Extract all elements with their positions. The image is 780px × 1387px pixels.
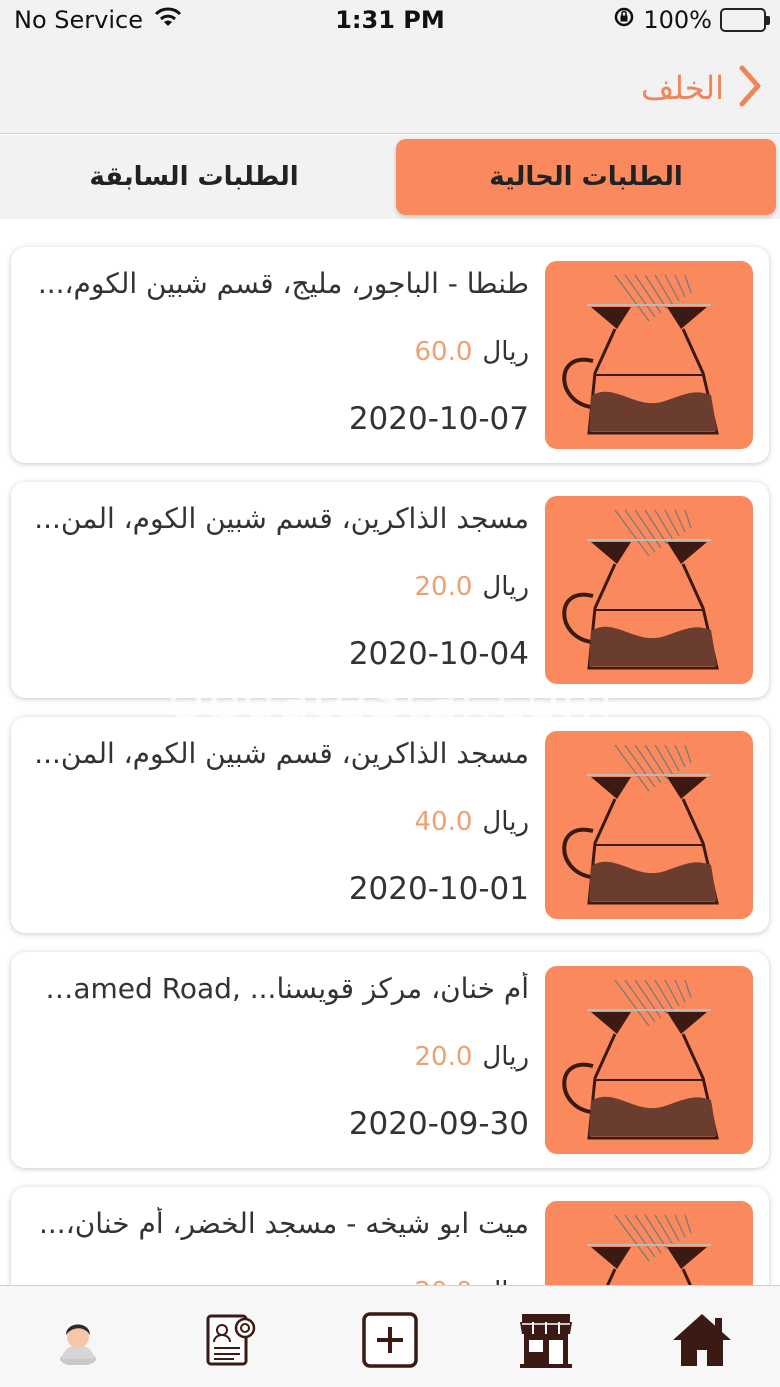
order-date: 2020-10-04 [348, 636, 529, 672]
profile-tab-avatar-icon[interactable] [46, 1308, 110, 1372]
coffee-pot-icon [545, 496, 753, 684]
order-card[interactable]: طنطا - الباجور، مليج، قسم شبين الكوم،...… [11, 247, 769, 463]
price-value: 20.0 [415, 1277, 473, 1285]
price-currency: ريال [482, 1042, 529, 1072]
home-icon[interactable] [670, 1308, 734, 1372]
order-card[interactable]: مسجد الذاكرين، قسم شبين الكوم، المن... ر… [11, 482, 769, 698]
order-date: 2020-10-07 [348, 401, 529, 437]
coffee-pot-icon [545, 966, 753, 1154]
add-order-icon[interactable] [358, 1308, 422, 1372]
order-address: ميت ابو شيخه - مسجد الخضر، أم خنان،... [39, 1207, 529, 1240]
price-currency: ريال [482, 337, 529, 367]
tab-current-label: الطلبات الحالية [489, 162, 683, 192]
tab-previous-label: الطلبات السابقة [89, 162, 299, 192]
order-card[interactable]: ميت ابو شيخه - مسجد الخضر، أم خنان،... ر… [11, 1187, 769, 1285]
price-value: 20.0 [414, 1042, 473, 1072]
order-price: ريال 20.0 [415, 1277, 530, 1285]
order-date: 2020-09-30 [348, 1106, 529, 1142]
tab-previous-orders[interactable]: الطلبات السابقة [4, 139, 384, 215]
order-price: ريال 20.0 [415, 572, 530, 602]
order-card[interactable]: أم خنان، مركز قويسنا... ,Unnamed Road ري… [11, 952, 769, 1168]
orders-list: طنطا - الباجور، مليج، قسم شبين الكوم،...… [0, 219, 780, 1285]
coffee-pot-icon [545, 1201, 753, 1285]
bottom-tab-bar [0, 1285, 780, 1387]
chevron-right-icon [738, 64, 762, 112]
battery-icon [720, 8, 770, 32]
order-address: مسجد الذاكرين، قسم شبين الكوم، المن... [34, 737, 529, 770]
price-value: 40.0 [414, 807, 473, 837]
coffee-pot-icon [545, 731, 753, 919]
battery-percent: 100% [643, 6, 712, 34]
orders-tabs: الطلبات الحالية الطلبات السابقة [0, 135, 780, 219]
back-button[interactable]: الخلف [641, 64, 762, 112]
price-currency: ريال [482, 807, 529, 837]
store-icon[interactable] [514, 1308, 578, 1372]
order-address: أم خنان، مركز قويسنا... ,Unnamed Road [29, 972, 529, 1005]
price-value: 60.0 [414, 337, 473, 367]
nav-bar: الخلف [0, 44, 780, 134]
back-label: الخلف [640, 69, 724, 107]
price-value: 20.0 [414, 572, 473, 602]
order-price: ريال 60.0 [415, 337, 530, 367]
order-price: ريال 40.0 [415, 807, 530, 837]
order-address: طنطا - الباجور، مليج، قسم شبين الكوم،... [37, 267, 529, 300]
status-bar: No Service 1:31 PM 100% [0, 0, 780, 44]
price-currency: ريال [482, 1277, 529, 1285]
certificate-icon[interactable] [198, 1308, 262, 1372]
status-right: 100% [613, 6, 770, 34]
order-card[interactable]: مسجد الذاكرين، قسم شبين الكوم، المن... ر… [11, 717, 769, 933]
tab-current-orders[interactable]: الطلبات الحالية [396, 139, 776, 215]
orientation-lock-icon [613, 6, 635, 34]
order-address: مسجد الذاكرين، قسم شبين الكوم، المن... [34, 502, 529, 535]
order-date: 2020-10-01 [348, 871, 529, 907]
price-currency: ريال [482, 572, 529, 602]
order-price: ريال 20.0 [415, 1042, 530, 1072]
coffee-pot-icon [545, 261, 753, 449]
